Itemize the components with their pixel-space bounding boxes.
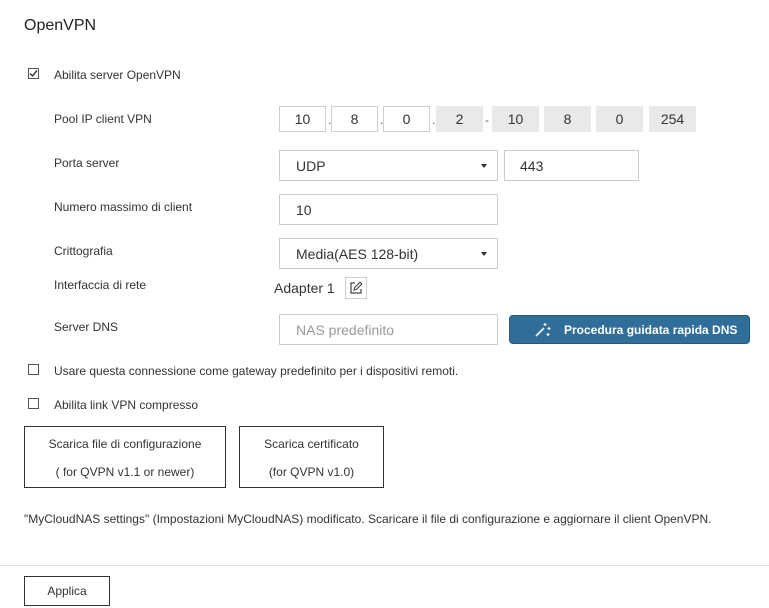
max-clients-label: Numero massimo di client: [54, 200, 193, 214]
compressed-link-checkbox[interactable]: [28, 398, 39, 409]
caret-down-icon: [481, 164, 487, 168]
ip-end-octet-2: 8: [544, 106, 591, 132]
apply-button[interactable]: Applica: [24, 576, 110, 606]
server-port-label: Porta server: [54, 156, 120, 170]
magic-wand-icon: [534, 322, 552, 338]
dns-server-label: Server DNS: [54, 320, 119, 334]
ip-start-octet-1[interactable]: 10: [279, 106, 326, 132]
download-config-label: Scarica file di configurazione: [48, 437, 202, 451]
ip-range-dash: -: [485, 113, 489, 127]
footer-divider: [0, 565, 769, 566]
download-cert-button[interactable]: Scarica certificato (for QVPN v1.0): [239, 426, 384, 488]
dns-wizard-button[interactable]: Procedura guidata rapida DNS: [509, 315, 750, 344]
default-gateway-checkbox[interactable]: [28, 364, 39, 375]
encryption-value: Media(AES 128-bit): [296, 245, 419, 262]
network-interface-label: Interfaccia di rete: [54, 278, 147, 292]
download-cert-sublabel: (for QVPN v1.0): [268, 465, 355, 479]
checkmark-icon: [29, 70, 38, 78]
edit-interface-button[interactable]: [345, 277, 367, 299]
ip-end-octet-4: 254: [649, 106, 696, 132]
default-gateway-label: Usare questa connessione come gateway pr…: [54, 364, 459, 378]
edit-icon: [350, 281, 363, 294]
enable-server-checkbox[interactable]: [28, 68, 39, 79]
ip-pool-label: Pool IP client VPN: [54, 112, 152, 126]
ip-start-octet-2[interactable]: 8: [331, 106, 378, 132]
protocol-value: UDP: [296, 157, 326, 174]
dns-wizard-label: Procedura guidata rapida DNS: [564, 322, 738, 337]
network-interface-value: Adapter 1: [274, 280, 335, 296]
dns-placeholder: NAS predefinito: [296, 321, 395, 338]
config-changed-notice: "MyCloudNAS settings" (Impostazioni MyCl…: [24, 512, 712, 526]
compressed-link-label: Abilita link VPN compresso: [54, 398, 199, 412]
download-config-button[interactable]: Scarica file di configurazione ( for QVP…: [24, 426, 226, 488]
encryption-select[interactable]: Media(AES 128-bit): [279, 238, 498, 269]
ip-start-octet-4: 2: [436, 106, 483, 132]
download-config-sublabel: ( for QVPN v1.1 or newer): [55, 465, 195, 479]
ip-start-octet-3[interactable]: 0: [383, 106, 430, 132]
download-cert-label: Scarica certificato: [264, 437, 359, 451]
ip-dot-separator: .: [432, 113, 436, 127]
enable-server-label: Abilita server OpenVPN: [54, 68, 181, 82]
encryption-label: Crittografia: [54, 244, 113, 258]
page-title: OpenVPN: [24, 17, 97, 34]
caret-down-icon: [481, 252, 487, 256]
ip-end-octet-3: 0: [596, 106, 643, 132]
protocol-select[interactable]: UDP: [279, 150, 498, 181]
ip-end-octet-1: 10: [492, 106, 539, 132]
port-input[interactable]: 443: [504, 150, 639, 181]
dns-server-input[interactable]: NAS predefinito: [279, 314, 498, 345]
max-clients-input[interactable]: 10: [279, 194, 498, 225]
